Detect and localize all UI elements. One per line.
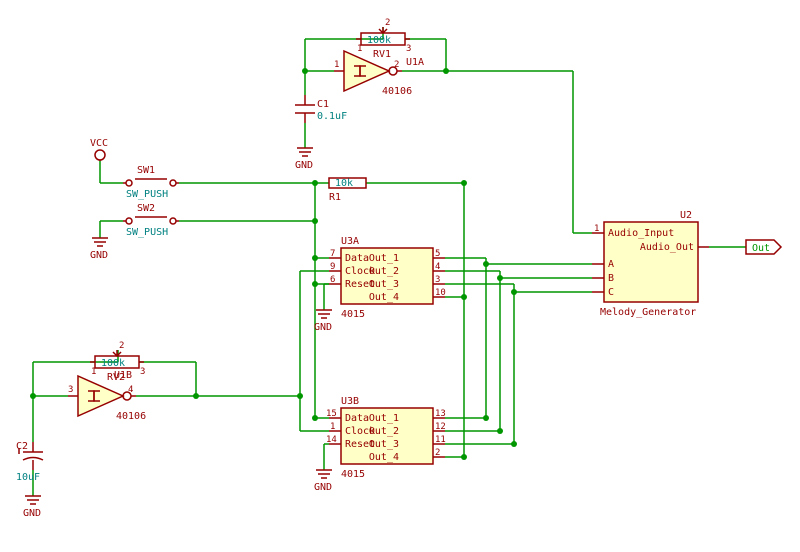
svg-text:C1: C1 xyxy=(317,99,329,110)
svg-text:SW1: SW1 xyxy=(137,165,155,176)
svg-text:U3A: U3A xyxy=(341,236,359,247)
svg-text:C: C xyxy=(608,287,614,298)
svg-text:Out_4: Out_4 xyxy=(369,292,399,303)
svg-text:GND: GND xyxy=(23,508,41,519)
svg-text:100k: 100k xyxy=(367,35,391,46)
svg-text:SW_PUSH: SW_PUSH xyxy=(126,227,168,238)
svg-text:3: 3 xyxy=(140,367,145,377)
svg-text:U2: U2 xyxy=(680,210,692,221)
svg-text:U1B: U1B xyxy=(114,370,132,381)
sw2: SW2 SW_PUSH xyxy=(123,203,179,238)
svg-text:2: 2 xyxy=(435,448,440,458)
svg-text:Out_1: Out_1 xyxy=(369,413,399,424)
svg-text:2: 2 xyxy=(119,341,124,351)
svg-text:3: 3 xyxy=(406,44,411,54)
svg-text:Melody_Generator: Melody_Generator xyxy=(600,307,696,318)
svg-text:GND: GND xyxy=(314,482,332,493)
u3b: U3B 4015 15 1 14 Data Clock Reset Out_1 … xyxy=(326,396,446,480)
svg-text:0.1uF: 0.1uF xyxy=(317,111,347,122)
gnd-c2: GND xyxy=(23,496,41,519)
gnd-u3a: GND xyxy=(314,310,332,333)
svg-text:GND: GND xyxy=(314,322,332,333)
c2: C2 10uF xyxy=(16,441,43,483)
svg-text:Audio_Input: Audio_Input xyxy=(608,228,674,239)
svg-text:Out_3: Out_3 xyxy=(369,439,399,450)
svg-text:A: A xyxy=(608,259,614,270)
gnd-c1: GND xyxy=(295,148,313,171)
svg-text:1: 1 xyxy=(91,367,96,377)
svg-text:100k: 100k xyxy=(101,358,125,369)
svg-text:10uF: 10uF xyxy=(16,472,40,483)
svg-text:13: 13 xyxy=(435,409,446,419)
svg-text:4015: 4015 xyxy=(341,469,365,480)
svg-text:RV1: RV1 xyxy=(373,49,391,60)
svg-text:1: 1 xyxy=(330,422,335,432)
svg-text:4: 4 xyxy=(435,262,440,272)
svg-text:10k: 10k xyxy=(335,178,353,189)
svg-text:Audio_Out: Audio_Out xyxy=(640,242,694,253)
svg-text:11: 11 xyxy=(435,435,446,445)
sw1: SW1 SW_PUSH xyxy=(123,165,179,200)
vcc-label: VCC xyxy=(90,138,108,149)
svg-text:Out_2: Out_2 xyxy=(369,426,399,437)
u2: U2 Melody_Generator 1 Audio_Input A B C … xyxy=(592,210,709,318)
u3a: U3A 4015 7 9 6 Data Clock Reset Out_1 Ou… xyxy=(329,236,446,320)
gnd-sw2: GND xyxy=(90,238,108,261)
svg-text:SW_PUSH: SW_PUSH xyxy=(126,189,168,200)
svg-text:Data: Data xyxy=(345,253,369,264)
svg-text:R1: R1 xyxy=(329,192,341,203)
svg-text:C2: C2 xyxy=(16,441,28,452)
vcc-symbol: VCC xyxy=(90,138,108,161)
svg-text:12: 12 xyxy=(435,422,446,432)
svg-text:4: 4 xyxy=(128,385,133,395)
svg-text:1: 1 xyxy=(594,224,599,234)
svg-text:2: 2 xyxy=(385,18,390,28)
svg-text:40106: 40106 xyxy=(116,411,146,422)
svg-text:5: 5 xyxy=(435,249,440,259)
svg-text:3: 3 xyxy=(435,275,440,285)
out-label: Out xyxy=(746,240,781,254)
svg-text:GND: GND xyxy=(90,250,108,261)
c1: C1 0.1uF xyxy=(295,95,347,123)
svg-text:Out: Out xyxy=(752,243,770,254)
svg-text:Out_3: Out_3 xyxy=(369,279,399,290)
svg-text:14: 14 xyxy=(326,435,337,445)
gnd-u3b: GND xyxy=(314,470,332,493)
svg-text:15: 15 xyxy=(326,409,337,419)
svg-text:Data: Data xyxy=(345,413,369,424)
svg-text:2: 2 xyxy=(394,60,399,70)
svg-text:GND: GND xyxy=(295,160,313,171)
svg-text:9: 9 xyxy=(330,262,335,272)
svg-text:Out_4: Out_4 xyxy=(369,452,399,463)
svg-text:SW2: SW2 xyxy=(137,203,155,214)
svg-text:3: 3 xyxy=(68,385,73,395)
svg-text:Out_1: Out_1 xyxy=(369,253,399,264)
svg-text:10: 10 xyxy=(435,288,446,298)
svg-text:U3B: U3B xyxy=(341,396,359,407)
svg-text:U1A: U1A xyxy=(406,57,424,68)
svg-text:1: 1 xyxy=(357,44,362,54)
svg-text:40106: 40106 xyxy=(382,86,412,97)
schematic-canvas: VCC GND GND GND GND GND SW1 xyxy=(0,0,800,552)
r1: 10k R1 xyxy=(329,178,366,203)
svg-text:1: 1 xyxy=(334,60,339,70)
svg-text:6: 6 xyxy=(330,275,335,285)
svg-text:B: B xyxy=(608,273,614,284)
svg-text:Out_2: Out_2 xyxy=(369,266,399,277)
svg-text:4015: 4015 xyxy=(341,309,365,320)
svg-text:7: 7 xyxy=(330,249,335,259)
wires xyxy=(30,27,592,496)
